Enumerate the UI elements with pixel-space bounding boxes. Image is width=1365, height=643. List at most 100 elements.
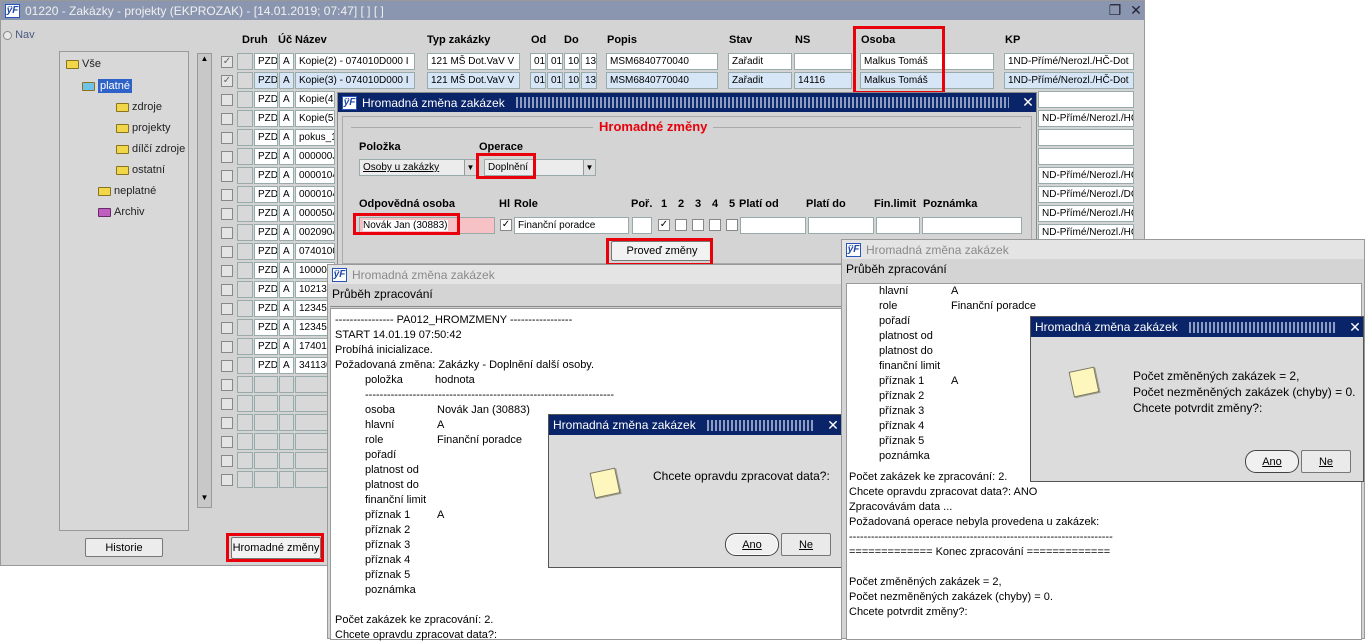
cell-uc[interactable]: A xyxy=(279,148,294,165)
row-checkbox[interactable] xyxy=(221,303,233,315)
cell-nazev[interactable]: Kopie(5) xyxy=(295,110,335,127)
cell-druh[interactable]: PZD xyxy=(254,72,278,89)
cell-osoba[interactable]: Malkus Tomáš xyxy=(860,72,994,89)
cell-empty[interactable] xyxy=(254,414,278,431)
row-checkbox[interactable] xyxy=(221,208,233,220)
tree-item-ostatni[interactable]: ostatní xyxy=(116,164,165,176)
cell-uc[interactable]: A xyxy=(279,243,294,260)
row-select-cell[interactable] xyxy=(237,471,253,488)
cell-druh[interactable]: PZD xyxy=(254,91,278,108)
cell-nazev[interactable]: 0740100 xyxy=(295,243,335,260)
cell-druh[interactable]: PZD xyxy=(254,224,278,241)
row-checkbox[interactable] xyxy=(221,322,233,334)
cell-druh[interactable]: PZD xyxy=(254,167,278,184)
proved-zmeny-button[interactable]: Proveď změny xyxy=(611,241,713,261)
tree-item-dilci-zdroje[interactable]: dílčí zdroje xyxy=(116,143,185,155)
osoba-field[interactable]: Novák Jan (30883) xyxy=(359,217,495,234)
cell-uc[interactable]: A xyxy=(279,186,294,203)
scroll-down-icon[interactable]: ▼ xyxy=(198,493,211,507)
restore-icon[interactable]: ❐ xyxy=(1107,2,1123,19)
row-checkbox[interactable] xyxy=(221,379,233,391)
cell-od[interactable]: 01 xyxy=(530,72,546,89)
row-select-cell[interactable] xyxy=(237,91,253,108)
polozka-select[interactable]: Osoby u zakázky ▼ xyxy=(359,159,477,176)
row-checkbox[interactable] xyxy=(221,170,233,182)
nav-toggle[interactable]: Nav xyxy=(3,29,35,41)
row-checkbox[interactable]: ✓ xyxy=(221,75,233,87)
plati-od-field[interactable] xyxy=(740,217,806,234)
confirm-right-yes-button[interactable]: Ano xyxy=(1245,450,1299,473)
cell-druh[interactable]: PZD xyxy=(254,319,278,336)
row-checkbox[interactable]: ✓ xyxy=(221,56,233,68)
cell-empty[interactable] xyxy=(279,414,294,431)
por-field[interactable] xyxy=(632,217,652,234)
cell-uc[interactable]: A xyxy=(279,167,294,184)
confirm-left-yes-button[interactable]: Ano xyxy=(725,533,779,556)
cell-kp[interactable] xyxy=(1038,91,1134,108)
confirm-right-no-button[interactable]: Ne xyxy=(1301,450,1351,473)
cell-empty[interactable] xyxy=(279,433,294,450)
cell-nazev[interactable]: 000000J xyxy=(295,148,335,165)
row-select-cell[interactable] xyxy=(237,224,253,241)
cell-druh[interactable]: PZD xyxy=(254,53,278,70)
cell-druh[interactable]: PZD xyxy=(254,300,278,317)
cell-druh[interactable]: PZD xyxy=(254,281,278,298)
row-select-cell[interactable] xyxy=(237,300,253,317)
cell-nazev[interactable]: pokus_1 xyxy=(295,129,335,146)
cell-popis[interactable]: MSM6840770040 xyxy=(606,53,718,70)
tree-item-archiv[interactable]: Archiv xyxy=(98,206,145,218)
row-checkbox[interactable] xyxy=(221,132,233,144)
row-checkbox[interactable] xyxy=(221,227,233,239)
fin-limit-field[interactable] xyxy=(876,217,920,234)
cell-kp[interactable]: ND-Přímé/Nerozl./DČ-Eko xyxy=(1038,186,1134,203)
tree-item-vse[interactable]: Vše xyxy=(66,58,101,70)
cell-uc[interactable]: A xyxy=(279,91,294,108)
cell-do[interactable]: 10 xyxy=(564,72,580,89)
cell-nazev[interactable]: Kopie(4) xyxy=(295,91,335,108)
hl-checkbox[interactable]: ✓ xyxy=(500,219,512,231)
cell-uc[interactable]: A xyxy=(279,205,294,222)
poznamka-field[interactable] xyxy=(922,217,1022,234)
cell-popis[interactable]: MSM6840770040 xyxy=(606,72,718,89)
close-icon[interactable]: ✕ xyxy=(825,417,841,434)
cell-typ[interactable]: 121 MŠ Dot.VaV V xyxy=(427,72,520,89)
row-select-cell[interactable] xyxy=(237,433,253,450)
cell-druh[interactable]: PZD xyxy=(254,243,278,260)
row-checkbox[interactable] xyxy=(221,474,233,486)
cell-uc[interactable]: A xyxy=(279,53,294,70)
cell-druh[interactable]: PZD xyxy=(254,110,278,127)
row-select-cell[interactable] xyxy=(237,243,253,260)
cell-empty[interactable] xyxy=(254,452,278,469)
close-icon[interactable]: ✕ xyxy=(1347,319,1363,336)
cell-empty[interactable] xyxy=(254,395,278,412)
confirm-left-no-button[interactable]: Ne xyxy=(781,533,831,556)
cell-empty[interactable] xyxy=(254,471,278,488)
cell-druh[interactable]: PZD xyxy=(254,205,278,222)
operace-select[interactable]: Doplnění ▼ xyxy=(484,159,596,176)
cell-uc[interactable]: A xyxy=(279,357,294,374)
row-checkbox[interactable] xyxy=(221,94,233,106)
cell-uc[interactable]: A xyxy=(279,224,294,241)
grid-scrollbar[interactable]: ▲ ▼ xyxy=(197,53,212,508)
cell-empty[interactable] xyxy=(279,376,294,393)
cell-od[interactable]: 01 xyxy=(547,72,563,89)
close-icon[interactable]: ✕ xyxy=(1128,2,1144,19)
cell-empty[interactable] xyxy=(254,433,278,450)
row-select-cell[interactable] xyxy=(237,452,253,469)
row-checkbox[interactable] xyxy=(221,341,233,353)
plati-do-field[interactable] xyxy=(808,217,874,234)
cell-nazev[interactable]: 0020904 xyxy=(295,224,335,241)
cell-kp[interactable]: ND-Přímé/Nerozl./HČ-Přís xyxy=(1038,205,1134,222)
row-select-cell[interactable] xyxy=(237,281,253,298)
flag5-checkbox[interactable] xyxy=(726,219,738,231)
cell-nazev[interactable]: Kopie(3) - 074010D000 I xyxy=(295,72,415,89)
row-select-cell[interactable] xyxy=(237,319,253,336)
flag1-checkbox[interactable]: ✓ xyxy=(658,219,670,231)
row-checkbox[interactable] xyxy=(221,436,233,448)
cell-kp[interactable]: ND-Přímé/Nerozl./HČ-Dot xyxy=(1038,110,1134,127)
close-icon[interactable]: ✕ xyxy=(1020,94,1036,111)
cell-uc[interactable]: A xyxy=(279,300,294,317)
cell-do[interactable]: 13 xyxy=(581,72,597,89)
cell-stav[interactable]: Zařadit xyxy=(728,72,792,89)
cell-uc[interactable]: A xyxy=(279,129,294,146)
